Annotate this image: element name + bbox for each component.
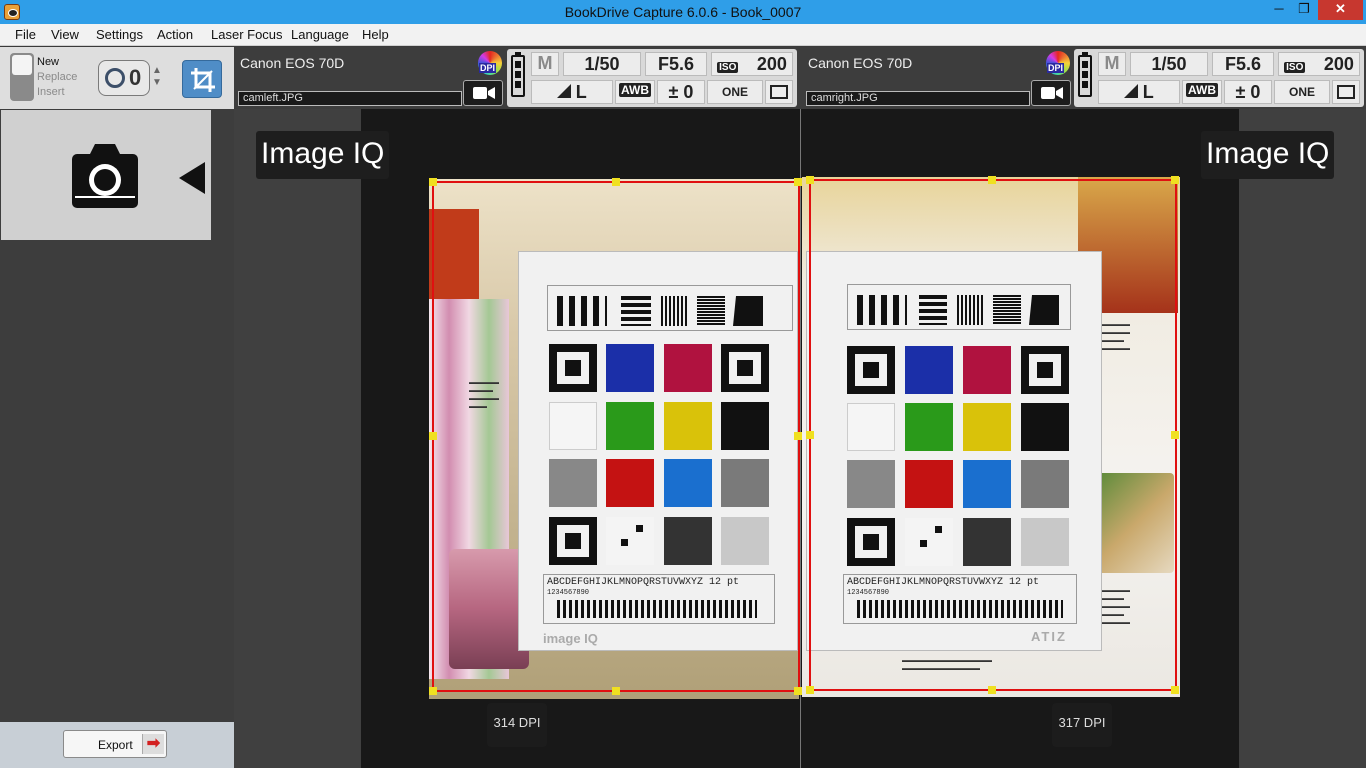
menu-file[interactable]: File bbox=[15, 27, 36, 42]
crop-handle[interactable] bbox=[806, 176, 814, 184]
left-camera-settings: M 1/50 F5.6 ISO 200 L AWB ± 0 ONE SHOT bbox=[507, 49, 797, 121]
export-button[interactable]: Export ➡ bbox=[63, 730, 167, 758]
right-dpi-readout: 317 DPI bbox=[1052, 703, 1112, 747]
crop-button[interactable] bbox=[182, 60, 222, 98]
mode-insert[interactable]: Insert bbox=[37, 85, 77, 100]
left-file-name[interactable]: camleft.JPG bbox=[238, 91, 462, 106]
crop-icon bbox=[191, 68, 215, 92]
left-quality[interactable]: L bbox=[531, 80, 613, 104]
right-white-balance[interactable]: AWB bbox=[1182, 80, 1222, 104]
crop-handle[interactable] bbox=[612, 178, 620, 186]
menu-bar: File View Settings Action Laser Focus La… bbox=[0, 24, 1366, 46]
title-bar: BookDrive Capture 6.0.6 - Book_0007 ─ ❐ … bbox=[0, 0, 1366, 24]
capture-viewer: ▬▬▬▬▬▬▬▬▬▬▬▬▬▬▬▬▬ ▬▬▬▬▬▬▬ bbox=[234, 109, 1366, 768]
crop-handle[interactable] bbox=[988, 686, 996, 694]
export-label: Export bbox=[98, 738, 133, 752]
iso-badge: ISO bbox=[717, 62, 739, 73]
crop-handle[interactable] bbox=[794, 687, 802, 695]
battery-icon bbox=[511, 52, 525, 97]
right-image-iq-label: Image IQ bbox=[1201, 131, 1335, 179]
left-camera-name: Canon EOS 70D bbox=[240, 55, 345, 71]
right-mode[interactable]: M bbox=[1098, 52, 1126, 76]
left-camera-header: Canon EOS 70D camleft.JPG DPI M 1/50 F5.… bbox=[234, 47, 802, 121]
left-dpi-icon[interactable]: DPI bbox=[478, 51, 502, 75]
left-image-iq-label: Image IQ bbox=[256, 131, 390, 179]
left-shutter[interactable]: 1/50 bbox=[563, 52, 641, 76]
crop-handle[interactable] bbox=[1171, 686, 1179, 694]
crop-handle[interactable] bbox=[429, 178, 437, 186]
export-arrow-icon: ➡ bbox=[142, 734, 164, 754]
right-exposure[interactable]: ± 0 bbox=[1224, 80, 1272, 104]
iso-badge: ISO bbox=[1284, 62, 1306, 73]
mode-replace[interactable]: Replace bbox=[37, 70, 77, 85]
video-camera-icon bbox=[473, 87, 495, 99]
left-af-area-icon[interactable] bbox=[765, 80, 793, 104]
self-timer-button[interactable]: 0 bbox=[98, 60, 150, 96]
timer-icon bbox=[105, 68, 125, 88]
capture-mode-toggle[interactable] bbox=[10, 53, 34, 101]
menu-laser-focus[interactable]: Laser Focus bbox=[211, 27, 283, 42]
quality-icon bbox=[557, 83, 572, 98]
crop-handle[interactable] bbox=[1171, 431, 1179, 439]
crop-handle[interactable] bbox=[612, 687, 620, 695]
menu-settings[interactable]: Settings bbox=[96, 27, 143, 42]
capture-toolbar: New Replace Insert 0 ▲ ▼ bbox=[0, 47, 234, 109]
left-aperture[interactable]: F5.6 bbox=[645, 52, 707, 76]
left-crop-area[interactable] bbox=[432, 181, 800, 692]
quality-icon bbox=[1124, 83, 1139, 98]
collapse-arrow-icon[interactable] bbox=[179, 162, 205, 194]
right-drive-mode[interactable]: ONE SHOT bbox=[1274, 80, 1330, 121]
right-af-area-icon[interactable] bbox=[1332, 80, 1360, 104]
menu-language[interactable]: Language bbox=[291, 27, 349, 42]
left-live-view-button[interactable] bbox=[463, 80, 503, 106]
right-quality[interactable]: L bbox=[1098, 80, 1180, 104]
capture-mode-list: New Replace Insert bbox=[37, 55, 77, 100]
left-iso-value: 200 bbox=[756, 54, 787, 74]
right-camera-settings: M 1/50 F5.6 ISO 200 L AWB ± 0 ONE SHOT bbox=[1074, 49, 1364, 121]
crop-handle[interactable] bbox=[806, 431, 814, 439]
left-drive-mode[interactable]: ONE SHOT bbox=[707, 80, 763, 121]
export-bar: Export ➡ bbox=[0, 722, 234, 768]
video-camera-icon bbox=[1041, 87, 1063, 99]
right-iso[interactable]: ISO 200 bbox=[1278, 52, 1360, 76]
battery-icon bbox=[1078, 52, 1092, 97]
right-iso-value: 200 bbox=[1323, 54, 1354, 74]
crop-handle[interactable] bbox=[806, 686, 814, 694]
camera-icon bbox=[72, 144, 138, 208]
crop-handle[interactable] bbox=[429, 432, 437, 440]
menu-action[interactable]: Action bbox=[157, 27, 193, 42]
crop-handle[interactable] bbox=[988, 176, 996, 184]
left-exposure[interactable]: ± 0 bbox=[657, 80, 705, 104]
minimize-button[interactable]: ─ bbox=[1266, 0, 1292, 20]
right-live-view-button[interactable] bbox=[1031, 80, 1071, 106]
right-aperture[interactable]: F5.6 bbox=[1212, 52, 1274, 76]
timer-value: 0 bbox=[129, 65, 142, 90]
left-panel: New Replace Insert 0 ▲ ▼ Export ➡ bbox=[0, 47, 234, 768]
crop-handle[interactable] bbox=[794, 178, 802, 186]
right-camera-name: Canon EOS 70D bbox=[808, 55, 913, 71]
crop-handle[interactable] bbox=[429, 687, 437, 695]
left-mode[interactable]: M bbox=[531, 52, 559, 76]
mode-new[interactable]: New bbox=[37, 55, 77, 70]
capture-button[interactable] bbox=[1, 110, 211, 240]
left-white-balance[interactable]: AWB bbox=[615, 80, 655, 104]
timer-stepper-icon[interactable]: ▲ ▼ bbox=[152, 65, 162, 89]
right-file-name[interactable]: camright.JPG bbox=[806, 91, 1030, 106]
right-crop-area[interactable] bbox=[809, 179, 1177, 691]
window-title: BookDrive Capture 6.0.6 - Book_0007 bbox=[564, 4, 802, 20]
crop-handle[interactable] bbox=[1171, 176, 1179, 184]
maximize-button[interactable]: ❐ bbox=[1291, 0, 1317, 20]
right-camera-header: Canon EOS 70D camright.JPG DPI M 1/50 F5… bbox=[802, 47, 1366, 121]
right-shutter[interactable]: 1/50 bbox=[1130, 52, 1208, 76]
menu-help[interactable]: Help bbox=[362, 27, 389, 42]
toggle-knob bbox=[12, 55, 32, 75]
left-dpi-readout: 314 DPI bbox=[487, 703, 547, 747]
menu-view[interactable]: View bbox=[51, 27, 79, 42]
right-dpi-icon[interactable]: DPI bbox=[1046, 51, 1070, 75]
close-button[interactable]: ✕ bbox=[1318, 0, 1363, 20]
crop-handle[interactable] bbox=[794, 432, 802, 440]
left-iso[interactable]: ISO 200 bbox=[711, 52, 793, 76]
